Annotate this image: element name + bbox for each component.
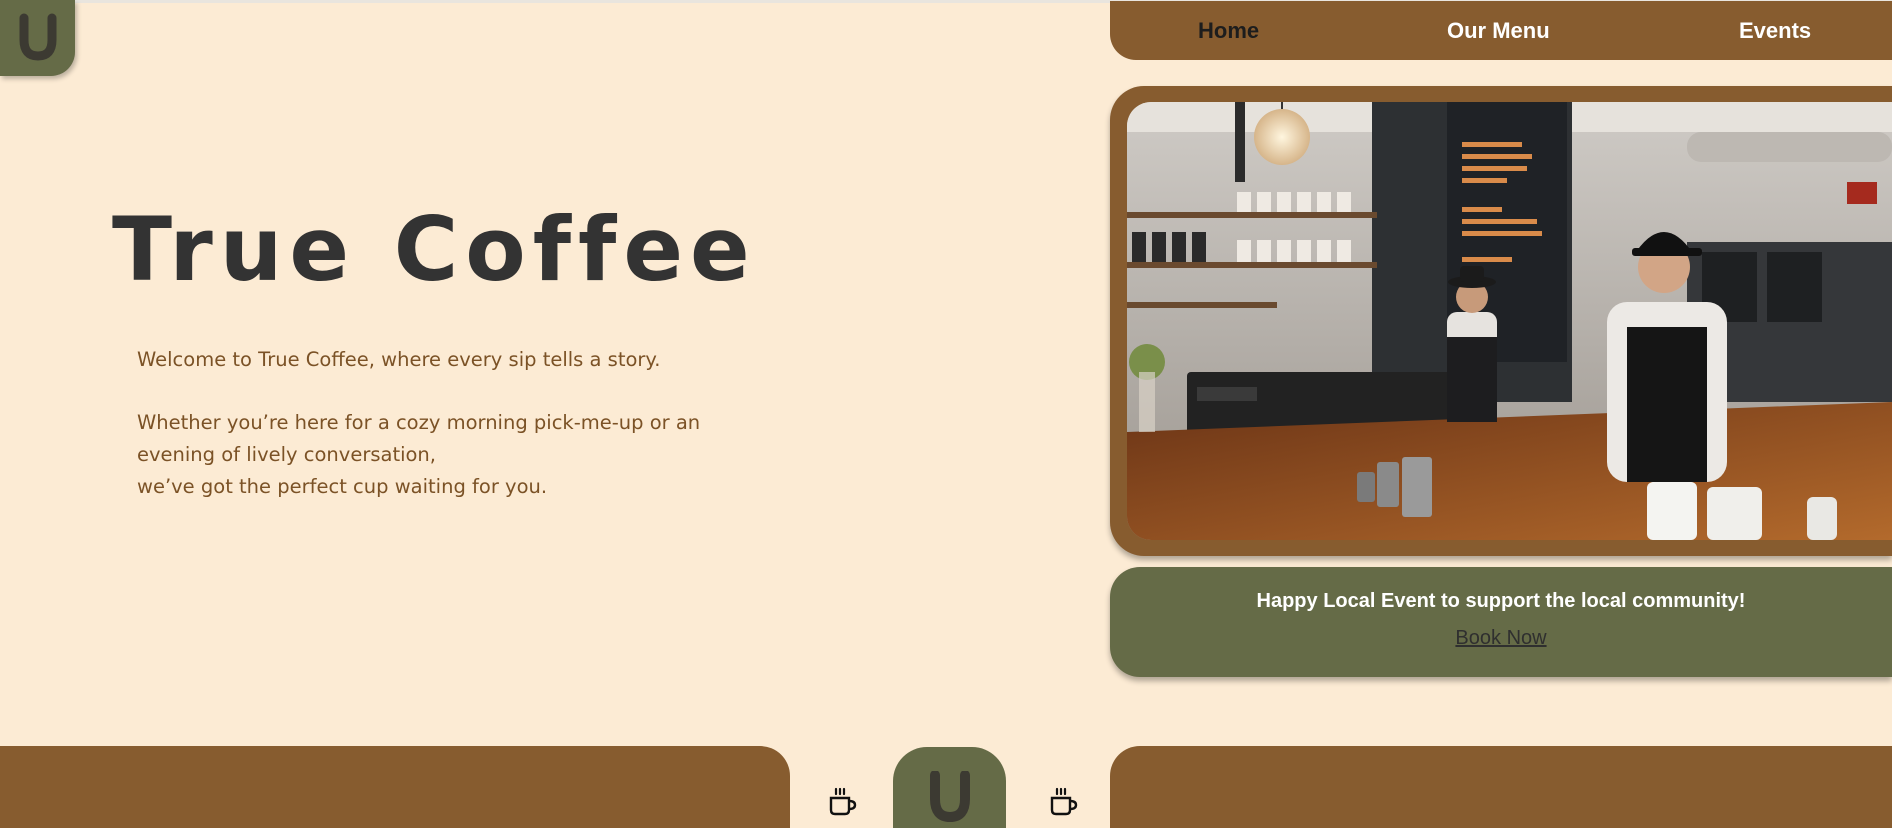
event-text: Happy Local Event to support the local c… (1256, 590, 1746, 612)
page-title: True Coffee (112, 198, 757, 301)
hero-description: Welcome to True Coffee, where every sip … (137, 344, 757, 503)
hero-line-2: evening of lively conversation, (137, 443, 436, 466)
coffee-shop-photo (1127, 102, 1892, 540)
coffee-cup-icon[interactable] (827, 786, 857, 816)
footer-logo[interactable] (893, 747, 1006, 828)
nav-events[interactable]: Events (1739, 18, 1811, 44)
book-now-link[interactable]: Book Now (1110, 627, 1892, 650)
hero-line-1: Whether you’re here for a cozy morning p… (137, 411, 701, 434)
hero-welcome: Welcome to True Coffee, where every sip … (137, 348, 661, 371)
u-logo-icon (19, 13, 56, 61)
coffee-cup-icon[interactable] (1048, 786, 1078, 816)
logo[interactable] (0, 0, 75, 76)
u-logo-icon (929, 771, 970, 823)
hero-line-3: we’ve got the perfect cup waiting for yo… (137, 475, 548, 498)
main-nav: Home Our Menu Events (1110, 1, 1892, 60)
page: Home Our Menu Events True Coffee Welcome… (0, 0, 1892, 828)
nav-home[interactable]: Home (1198, 18, 1259, 44)
nav-our-menu[interactable]: Our Menu (1447, 18, 1550, 44)
footer-right-panel (1110, 746, 1892, 828)
footer-left-panel (0, 746, 790, 828)
event-banner: Happy Local Event to support the local c… (1110, 567, 1892, 677)
photo-frame (1110, 86, 1892, 556)
